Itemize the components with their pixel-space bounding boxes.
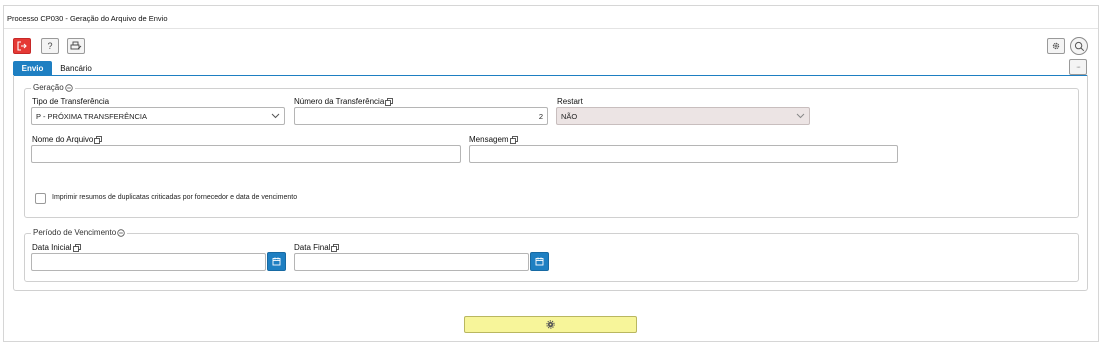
restart-label: Restart — [557, 97, 583, 106]
nome-arquivo-label: Nome do Arquivo — [32, 135, 103, 144]
copy-icon — [385, 97, 394, 106]
data-final-label: Data Final — [294, 243, 340, 252]
search-button[interactable] — [1070, 37, 1088, 55]
data-final-calendar-button[interactable] — [530, 252, 549, 271]
restart-label-text: Restart — [557, 97, 583, 106]
printer-icon — [70, 41, 82, 50]
search-icon — [1074, 41, 1084, 51]
gear-icon — [1052, 42, 1060, 50]
data-inicial-calendar-button[interactable] — [267, 252, 286, 271]
calendar-icon — [272, 257, 281, 266]
copy-icon — [94, 135, 103, 144]
numero-transferencia-label: Número da Transferência — [294, 97, 394, 106]
copy-icon — [72, 243, 81, 252]
nome-arquivo-label-text: Nome do Arquivo — [32, 135, 94, 144]
gear-icon — [546, 320, 555, 329]
imprimir-resumos-label: Imprimir resumos de duplicatas criticada… — [52, 194, 298, 201]
title-divider — [4, 28, 1098, 29]
print-button[interactable] — [67, 38, 85, 54]
chevron-down-icon — [271, 113, 280, 119]
collapse-icon[interactable] — [117, 228, 125, 237]
periodo-legend-label: Período de Vencimento — [33, 228, 117, 237]
data-inicial-label-text: Data Inicial — [32, 243, 72, 252]
tipo-transferencia-select[interactable]: P - PRÓXIMA TRANSFERÊNCIA — [31, 107, 285, 125]
window-title: Processo CP030 - Geração do Arquivo de E… — [7, 14, 168, 23]
help-button[interactable]: ? — [41, 38, 59, 54]
copy-icon — [509, 135, 518, 144]
periodo-legend: Período de Vencimento — [31, 228, 128, 237]
settings-button[interactable] — [1047, 38, 1065, 54]
mensagem-label: Mensagem — [469, 135, 518, 144]
copy-icon — [331, 243, 340, 252]
geracao-legend: Geração — [31, 83, 75, 92]
imprimir-resumos-checkbox[interactable] — [35, 193, 46, 204]
data-inicial-label: Data Inicial — [32, 243, 81, 252]
restart-value: NÃO — [561, 111, 578, 121]
tab-bancario[interactable]: Bancário — [56, 61, 96, 75]
ellipsis-icon: ··· — [1076, 63, 1081, 71]
nome-arquivo-input[interactable] — [31, 145, 461, 163]
tipo-transferencia-label: Tipo de Transferência — [32, 97, 109, 106]
exit-icon — [17, 41, 27, 51]
tipo-transferencia-value: P - PRÓXIMA TRANSFERÊNCIA — [36, 111, 147, 121]
restart-select: NÃO — [556, 107, 810, 125]
numero-transferencia-label-text: Número da Transferência — [294, 97, 385, 106]
data-inicial-input[interactable] — [31, 253, 266, 271]
chevron-down-icon — [796, 113, 805, 119]
collapse-icon[interactable] — [64, 83, 73, 92]
exit-button[interactable] — [13, 38, 31, 54]
mensagem-label-text: Mensagem — [469, 135, 509, 144]
execute-button[interactable] — [464, 316, 637, 333]
tab-envio[interactable]: Envio — [13, 61, 52, 75]
numero-transferencia-input[interactable]: 2 — [294, 107, 548, 125]
calendar-icon — [535, 257, 544, 266]
data-final-label-text: Data Final — [294, 243, 331, 252]
data-final-input[interactable] — [294, 253, 529, 271]
mensagem-input[interactable] — [469, 145, 898, 163]
numero-transferencia-value: 2 — [538, 111, 543, 121]
help-icon: ? — [47, 41, 53, 51]
more-options-button[interactable]: ··· — [1069, 59, 1087, 75]
geracao-legend-label: Geração — [33, 83, 64, 92]
tipo-transferencia-label-text: Tipo de Transferência — [32, 97, 110, 106]
